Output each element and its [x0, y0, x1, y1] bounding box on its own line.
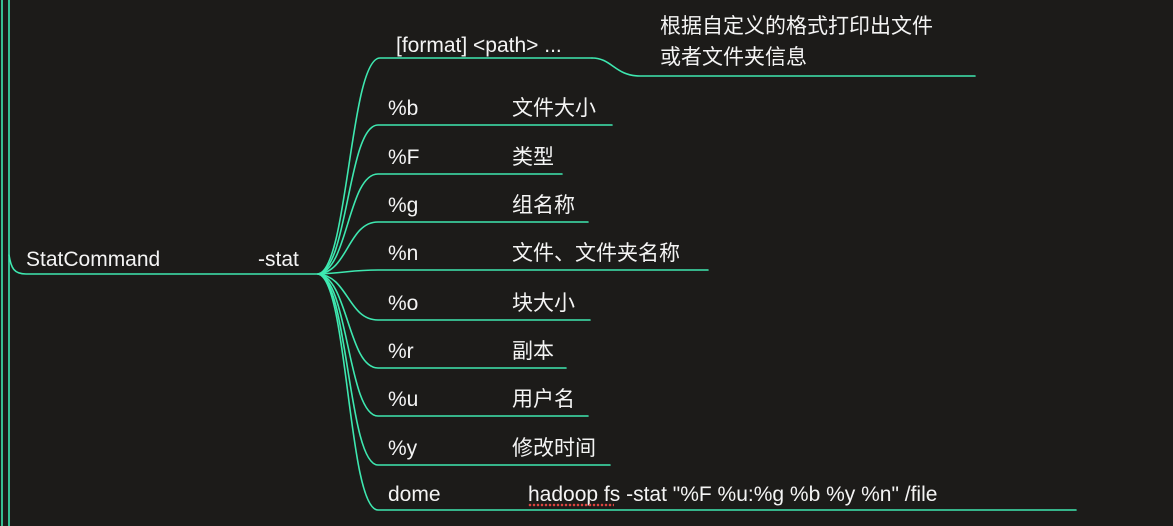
- branch-opt-n: [317, 269, 709, 275]
- option-key-b[interactable]: %b: [388, 96, 418, 122]
- spellcheck-underline: [528, 503, 614, 507]
- option-desc-r[interactable]: 副本: [512, 339, 554, 365]
- option-key-y[interactable]: %y: [388, 436, 417, 462]
- usage-syntax-label[interactable]: [format] <path> ...: [396, 33, 562, 59]
- option-desc-b[interactable]: 文件大小: [512, 96, 596, 122]
- root-node-label[interactable]: StatCommand: [26, 247, 160, 273]
- option-desc-n[interactable]: 文件、文件夹名称: [512, 241, 680, 267]
- option-key-F[interactable]: %F: [388, 145, 420, 171]
- demo-key-label[interactable]: dome: [388, 482, 441, 508]
- usage-description-line-2[interactable]: 或者文件夹信息: [660, 45, 807, 71]
- option-desc-y[interactable]: 修改时间: [512, 436, 596, 462]
- branch-demo: [317, 273, 1077, 511]
- option-key-n[interactable]: %n: [388, 241, 418, 267]
- option-desc-g[interactable]: 组名称: [512, 193, 575, 219]
- option-key-u[interactable]: %u: [388, 387, 418, 413]
- option-desc-o[interactable]: 块大小: [512, 291, 575, 317]
- option-key-r[interactable]: %r: [388, 339, 414, 365]
- usage-description-line-1[interactable]: 根据自定义的格式打印出文件: [660, 14, 933, 40]
- option-key-o[interactable]: %o: [388, 291, 418, 317]
- option-desc-F[interactable]: 类型: [512, 145, 554, 171]
- command-node-label[interactable]: -stat: [258, 247, 299, 273]
- option-key-g[interactable]: %g: [388, 193, 418, 219]
- option-desc-u[interactable]: 用户名: [512, 387, 575, 413]
